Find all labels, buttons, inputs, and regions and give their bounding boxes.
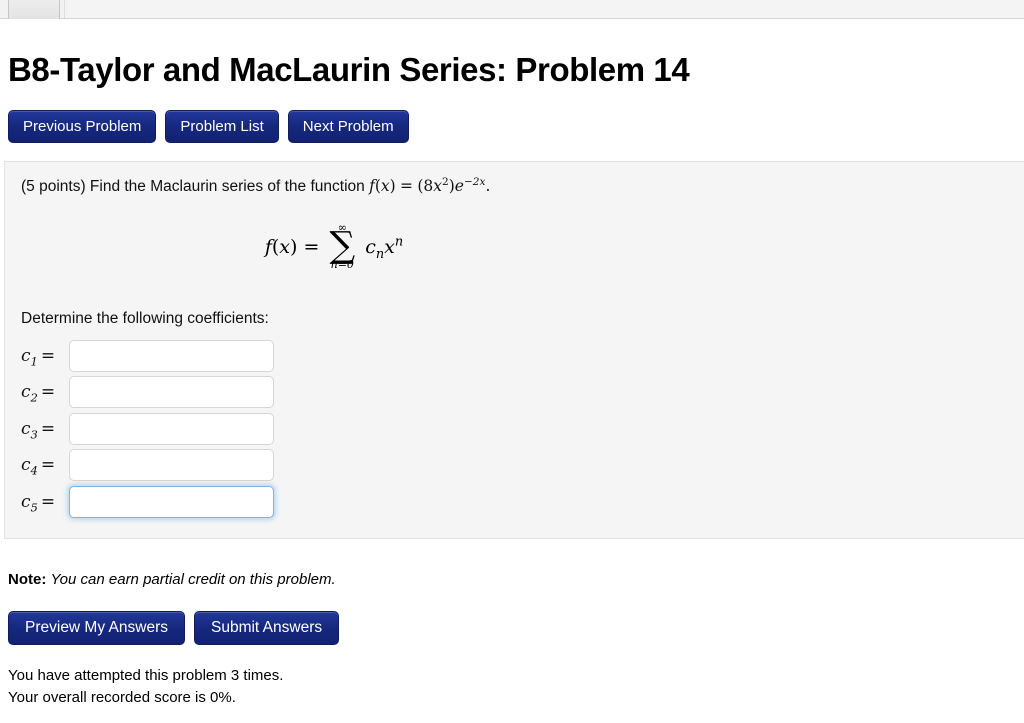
term-x: x bbox=[384, 235, 395, 258]
c4-equals: = bbox=[40, 455, 56, 476]
c5-equals: = bbox=[40, 491, 56, 512]
coefficient-input-c4[interactable] bbox=[69, 449, 274, 482]
function-expression: f(x) = (8x2)e−2x. bbox=[365, 176, 491, 196]
term-x-exponent: n bbox=[394, 234, 404, 250]
note-text: You can earn partial credit on this prob… bbox=[50, 571, 336, 589]
sigma-icon: ∑ bbox=[329, 225, 356, 267]
preview-answers-button[interactable]: Preview My Answers bbox=[8, 611, 185, 646]
partial-credit-note: Note: You can earn partial credit on thi… bbox=[8, 571, 1024, 588]
c4-subscript: 4 bbox=[30, 463, 38, 478]
coefficient-row-c1: c1 = bbox=[21, 338, 1024, 375]
problem-panel: (5 points) Find the Maclaurin series of … bbox=[4, 161, 1024, 540]
previous-problem-button[interactable]: Previous Problem bbox=[8, 110, 157, 144]
c3-symbol: c bbox=[21, 418, 31, 439]
eq-lhs-var: x bbox=[279, 235, 290, 258]
c5-subscript: 5 bbox=[30, 500, 38, 515]
problem-list-button[interactable]: Problem List bbox=[165, 110, 279, 144]
c5-symbol: c bbox=[21, 491, 31, 512]
browser-top-strip bbox=[0, 0, 1024, 19]
coefficient-input-c3[interactable] bbox=[69, 412, 274, 445]
series-display-equation: f(x) = ∞ ∑ n=0 cnxn bbox=[21, 222, 1024, 272]
problem-navigation: Previous Problem Problem List Next Probl… bbox=[8, 110, 1024, 144]
c1-symbol: c bbox=[21, 345, 31, 366]
next-problem-button[interactable]: Next Problem bbox=[287, 110, 409, 144]
coefficient-label-c5: c5 = bbox=[21, 491, 69, 515]
problem-points-text: (5 points) Find the Maclaurin series of … bbox=[21, 178, 365, 196]
eq-lhs-f: f bbox=[264, 235, 272, 258]
c2-symbol: c bbox=[21, 382, 31, 403]
fn-coefficient: 8 bbox=[423, 177, 434, 196]
coefficient-label-c3: c3 = bbox=[21, 418, 69, 442]
term-c-subscript: n bbox=[375, 246, 385, 262]
c3-equals: = bbox=[40, 418, 56, 439]
determine-coefficients-label: Determine the following coefficients: bbox=[21, 309, 269, 327]
eq-lhs-paren-close: ) bbox=[290, 235, 298, 258]
page-content: B8-Taylor and MacLaurin Series: Problem … bbox=[0, 51, 1024, 708]
submit-answers-button[interactable]: Submit Answers bbox=[193, 611, 340, 646]
c1-subscript: 1 bbox=[30, 354, 38, 369]
answer-actions: Preview My Answers Submit Answers bbox=[8, 611, 1024, 646]
eq-equals: = bbox=[303, 235, 320, 258]
fn-e-exponent: −2x bbox=[463, 176, 486, 189]
fn-var: x bbox=[380, 177, 390, 196]
fn-x: x bbox=[433, 177, 443, 196]
fn-period: . bbox=[485, 177, 491, 196]
attempt-status: You have attempted this problem 3 times.… bbox=[8, 665, 1024, 708]
note-prefix: Note: bbox=[8, 571, 47, 589]
problem-statement: (5 points) Find the Maclaurin series of … bbox=[21, 176, 1024, 198]
coefficient-fields: c1 = c2 = c3 = c4 = c5 = bbox=[21, 338, 1024, 521]
coefficient-input-c5[interactable] bbox=[69, 485, 274, 518]
summation-lower-limit: n=0 bbox=[330, 257, 354, 271]
summation-term: cnxn bbox=[365, 234, 404, 261]
fn-e: e bbox=[454, 177, 464, 196]
fn-equals: = bbox=[400, 177, 414, 196]
attempts-line: You have attempted this problem 3 times. bbox=[8, 667, 284, 685]
c2-subscript: 2 bbox=[30, 390, 38, 405]
fn-x-power: 2 bbox=[442, 176, 449, 189]
summation-operator: ∞ ∑ n=0 bbox=[329, 222, 355, 270]
term-c: c bbox=[365, 235, 376, 258]
coefficient-input-c1[interactable] bbox=[69, 339, 274, 372]
coefficient-row-c3: c3 = bbox=[21, 411, 1024, 448]
fn-paren-close: ) bbox=[389, 177, 396, 196]
score-line: Your overall recorded score is 0%. bbox=[8, 688, 236, 706]
coefficient-label-c1: c1 = bbox=[21, 345, 69, 369]
coefficient-row-c2: c2 = bbox=[21, 374, 1024, 411]
c4-symbol: c bbox=[21, 455, 31, 476]
c1-equals: = bbox=[40, 345, 56, 366]
page-title: B8-Taylor and MacLaurin Series: Problem … bbox=[8, 51, 690, 88]
coefficient-label-c4: c4 = bbox=[21, 455, 69, 478]
coefficient-row-c4: c4 = bbox=[21, 447, 1024, 484]
browser-tab[interactable] bbox=[8, 0, 60, 19]
browser-toolbar-area bbox=[64, 0, 1024, 18]
c2-equals: = bbox=[40, 382, 56, 403]
coefficient-row-c5: c5 = bbox=[21, 484, 1024, 521]
c3-subscript: 3 bbox=[30, 427, 38, 442]
coefficient-input-c2[interactable] bbox=[69, 376, 274, 409]
coefficient-label-c2: c2 = bbox=[21, 382, 69, 405]
